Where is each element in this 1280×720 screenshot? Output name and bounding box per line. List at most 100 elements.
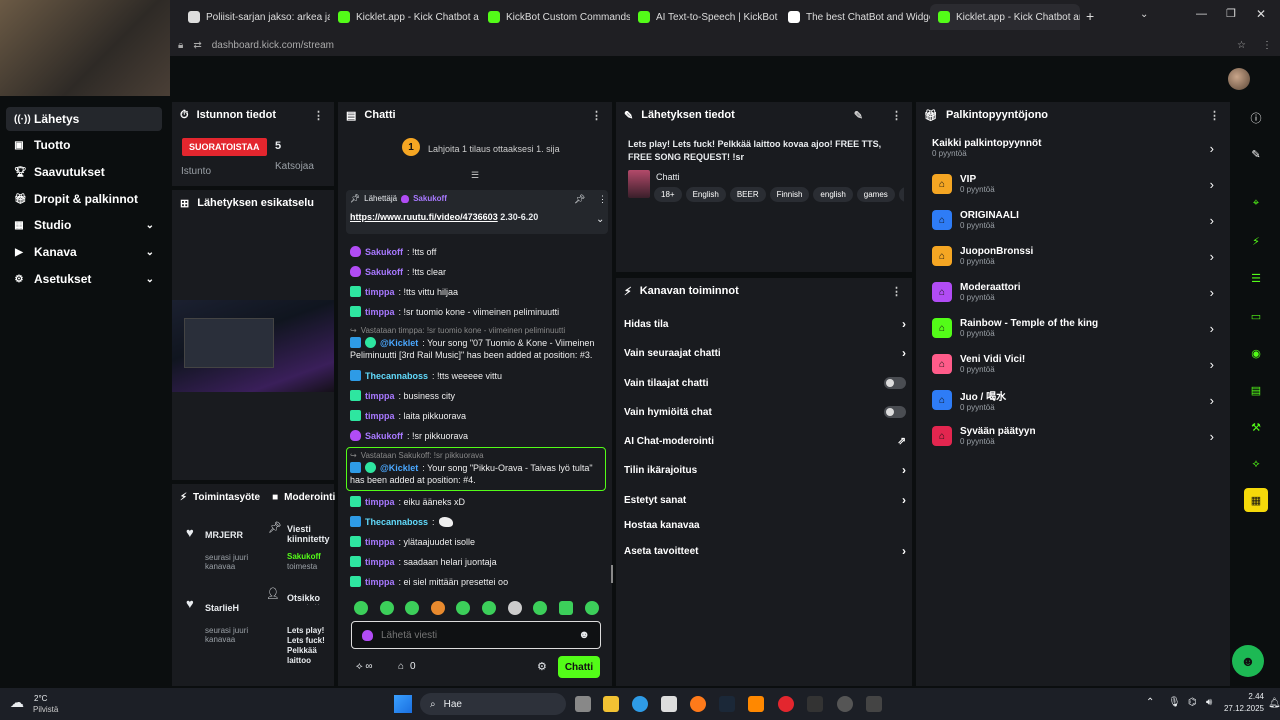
emote-icon[interactable] bbox=[559, 601, 573, 615]
obs-icon[interactable] bbox=[837, 696, 853, 712]
tag[interactable]: english bbox=[813, 187, 853, 202]
emote-only-toggle[interactable] bbox=[884, 406, 906, 418]
browser-tab-active[interactable]: Kicklet.app - Kick Chatbot and C× bbox=[930, 4, 1080, 30]
nav-item-tuotto[interactable]: ▣ Tuotto bbox=[6, 133, 162, 157]
layout-icon[interactable]: ▤ bbox=[1244, 378, 1268, 402]
reward-item[interactable]: ⌂ ORIGINAALI 0 pyyntöä › bbox=[932, 203, 1222, 237]
chat-message[interactable]: timppa: ei siel mittään presettei oo bbox=[350, 576, 508, 587]
emote-icon[interactable] bbox=[354, 601, 368, 615]
browser-tab[interactable]: Kicklet.app - Kick Chatbot a× bbox=[330, 4, 480, 30]
emote-icon[interactable] bbox=[508, 601, 522, 615]
nav-item-studio[interactable]: ▦ Studio ⌄ bbox=[6, 213, 162, 237]
pencil-icon[interactable]: ✎ bbox=[1244, 142, 1268, 166]
browser-tab[interactable]: Poliisit-sarjan jakso: arkea ja tel× bbox=[180, 4, 330, 30]
chevron-up-icon[interactable]: ⌃ bbox=[1146, 697, 1154, 708]
chat-message[interactable]: @Kicklet: Your song "Pikku-Orava - Taiva… bbox=[350, 462, 593, 473]
chevron-down-icon[interactable]: ⌄ bbox=[596, 214, 604, 225]
chat-message[interactable]: timppa: business city bbox=[350, 390, 455, 401]
broadcast-icon[interactable]: ◉ bbox=[1244, 341, 1268, 365]
pinned-message[interactable]: 📌︎ Lähettäjä Sakukoff https://www.ruutu.fi… bbox=[346, 190, 608, 234]
category-name[interactable]: Chatti bbox=[656, 172, 680, 182]
action-subscribers-only[interactable]: Vain tilaajat chatti bbox=[624, 372, 910, 394]
points-counter[interactable]: ⌂ 0 bbox=[398, 661, 416, 672]
clapper-icon[interactable]: ▦ bbox=[1244, 488, 1268, 512]
nav-item-dropit[interactable]: 🎁︎ Dropit & palkinnot bbox=[6, 187, 162, 211]
minimize-button[interactable]: — bbox=[1196, 8, 1207, 20]
notification-bell-icon[interactable]: 🔔︎ bbox=[1268, 698, 1280, 709]
floating-chat-button[interactable]: ☻ bbox=[1232, 645, 1264, 677]
send-chat-button[interactable]: Chatti bbox=[558, 656, 600, 678]
reward-item[interactable]: ⌂ JuoponBronssi 0 pyyntöä › bbox=[932, 239, 1222, 273]
browser-tab[interactable]: KickBot Custom Commands× bbox=[480, 4, 630, 30]
more-icon[interactable]: ⋮ bbox=[891, 285, 902, 298]
reward-item[interactable]: ⌂ Juo / 喝水 0 pyyntöä › bbox=[932, 383, 1222, 417]
volume-icon[interactable]: 🔊︎ bbox=[1206, 697, 1212, 708]
connections-icon[interactable]: ⟡ bbox=[1244, 452, 1268, 476]
opera-icon[interactable] bbox=[778, 696, 794, 712]
tag[interactable]: Finnish bbox=[769, 187, 810, 202]
action-emote-only[interactable]: Vain hymiöitä chat bbox=[624, 401, 910, 423]
list-icon[interactable]: ☰ bbox=[1244, 266, 1268, 290]
emote-icon[interactable] bbox=[380, 601, 394, 615]
chat-message[interactable]: timppa: eiku ääneks xD bbox=[350, 496, 465, 507]
steam-icon[interactable] bbox=[719, 696, 735, 712]
stream-preview-image[interactable] bbox=[172, 300, 334, 392]
window-close-button[interactable]: ✕ bbox=[1256, 7, 1266, 21]
avatar[interactable] bbox=[1228, 68, 1250, 90]
emoji-icon[interactable]: ☻ bbox=[578, 629, 590, 641]
file-explorer-icon[interactable] bbox=[603, 696, 619, 712]
subscribers-only-toggle[interactable] bbox=[884, 377, 906, 389]
microphone-icon[interactable]: 🎙︎ bbox=[1168, 697, 1181, 708]
chat-scrollbar[interactable] bbox=[611, 565, 613, 583]
taskbar-search[interactable]: ⌕ Hae bbox=[420, 693, 566, 715]
weather-icon[interactable]: ☁︎ bbox=[10, 694, 24, 711]
more-icon[interactable]: ⋮ bbox=[891, 109, 902, 122]
info-icon[interactable]: ⓘ bbox=[1244, 106, 1268, 130]
nav-item-asetukset[interactable]: ⚙︎ Asetukset ⌄ bbox=[6, 267, 162, 291]
reward-item[interactable]: ⌂ Veni Vidi Vici! 0 pyyntöä › bbox=[932, 347, 1222, 381]
task-view-icon[interactable] bbox=[575, 696, 591, 712]
infinity-points-icon[interactable]: ⟡ ∞ bbox=[356, 661, 373, 672]
gear-icon[interactable]: ⚙︎ bbox=[537, 660, 547, 673]
chat-message[interactable]: timppa: saadaan helari juontaja bbox=[350, 556, 497, 567]
terminal-icon[interactable] bbox=[807, 696, 823, 712]
chat-message[interactable]: Thecannaboss: !tts weeeee vittu bbox=[350, 370, 502, 381]
nav-item-saavutukset[interactable]: 🏆︎ Saavutukset bbox=[6, 160, 162, 184]
capture-icon[interactable]: ⌖ bbox=[1244, 191, 1268, 215]
start-button[interactable] bbox=[394, 695, 412, 713]
emote-icon[interactable] bbox=[585, 601, 599, 615]
chat-message[interactable]: timppa: !sr tuomio kone - viimeinen peli… bbox=[350, 306, 559, 317]
chat-message[interactable]: Sakukoff: !tts off bbox=[350, 246, 436, 257]
action-set-goals[interactable]: Aseta tavoitteet › bbox=[624, 540, 910, 562]
tag[interactable]: ja bbox=[898, 187, 904, 202]
store-icon[interactable] bbox=[661, 696, 677, 712]
emote-icon[interactable] bbox=[533, 601, 547, 615]
url-field[interactable]: dashboard.kick.com/stream bbox=[212, 40, 334, 51]
clock-date[interactable]: 27.12.2025 bbox=[1222, 704, 1264, 713]
action-banned-words[interactable]: Estetyt sanat › bbox=[624, 489, 910, 511]
tab-list-icon[interactable]: ⌄ bbox=[1140, 9, 1148, 20]
firefox-icon[interactable] bbox=[690, 696, 706, 712]
audio-app-icon[interactable] bbox=[866, 696, 882, 712]
chat-message[interactable]: Sakukoff: !tts clear bbox=[350, 266, 446, 277]
emote-icon[interactable] bbox=[482, 601, 496, 615]
tag[interactable]: 18+ bbox=[654, 187, 682, 202]
bookmark-star-icon[interactable]: ☆ bbox=[1237, 40, 1246, 51]
browser-tab[interactable]: AI Text-to-Speech | KickBot× bbox=[630, 4, 780, 30]
extensions-icon[interactable]: ⋮ bbox=[1262, 40, 1272, 51]
emote-icon[interactable] bbox=[405, 601, 419, 615]
emote-icon[interactable] bbox=[431, 601, 445, 615]
reward-item[interactable]: ⌂ Rainbow - Temple of the king 0 pyyntöä › bbox=[932, 311, 1222, 345]
more-icon[interactable]: ⋮ bbox=[1209, 109, 1220, 122]
chat-input[interactable]: ☻ bbox=[351, 621, 601, 649]
wrench-icon[interactable]: ⚒︎ bbox=[1244, 415, 1268, 439]
chat-message[interactable]: Sakukoff: !sr pikkuorava bbox=[350, 430, 468, 441]
action-ai-moderation[interactable]: AI Chat-moderointi ⇗ bbox=[624, 430, 910, 452]
action-slow-mode[interactable]: Hidas tila › bbox=[624, 313, 910, 335]
chat-message[interactable]: @Kicklet: Your song "07 Tuomio & Kone - … bbox=[350, 337, 594, 348]
new-tab-button[interactable]: + bbox=[1086, 8, 1094, 24]
chat-message-field[interactable] bbox=[381, 629, 561, 641]
vlc-icon[interactable] bbox=[748, 696, 764, 712]
reward-all-requests[interactable]: Kaikki palkintopyynnöt 0 pyyntöä › bbox=[932, 131, 1222, 165]
emote-icon[interactable] bbox=[456, 601, 470, 615]
